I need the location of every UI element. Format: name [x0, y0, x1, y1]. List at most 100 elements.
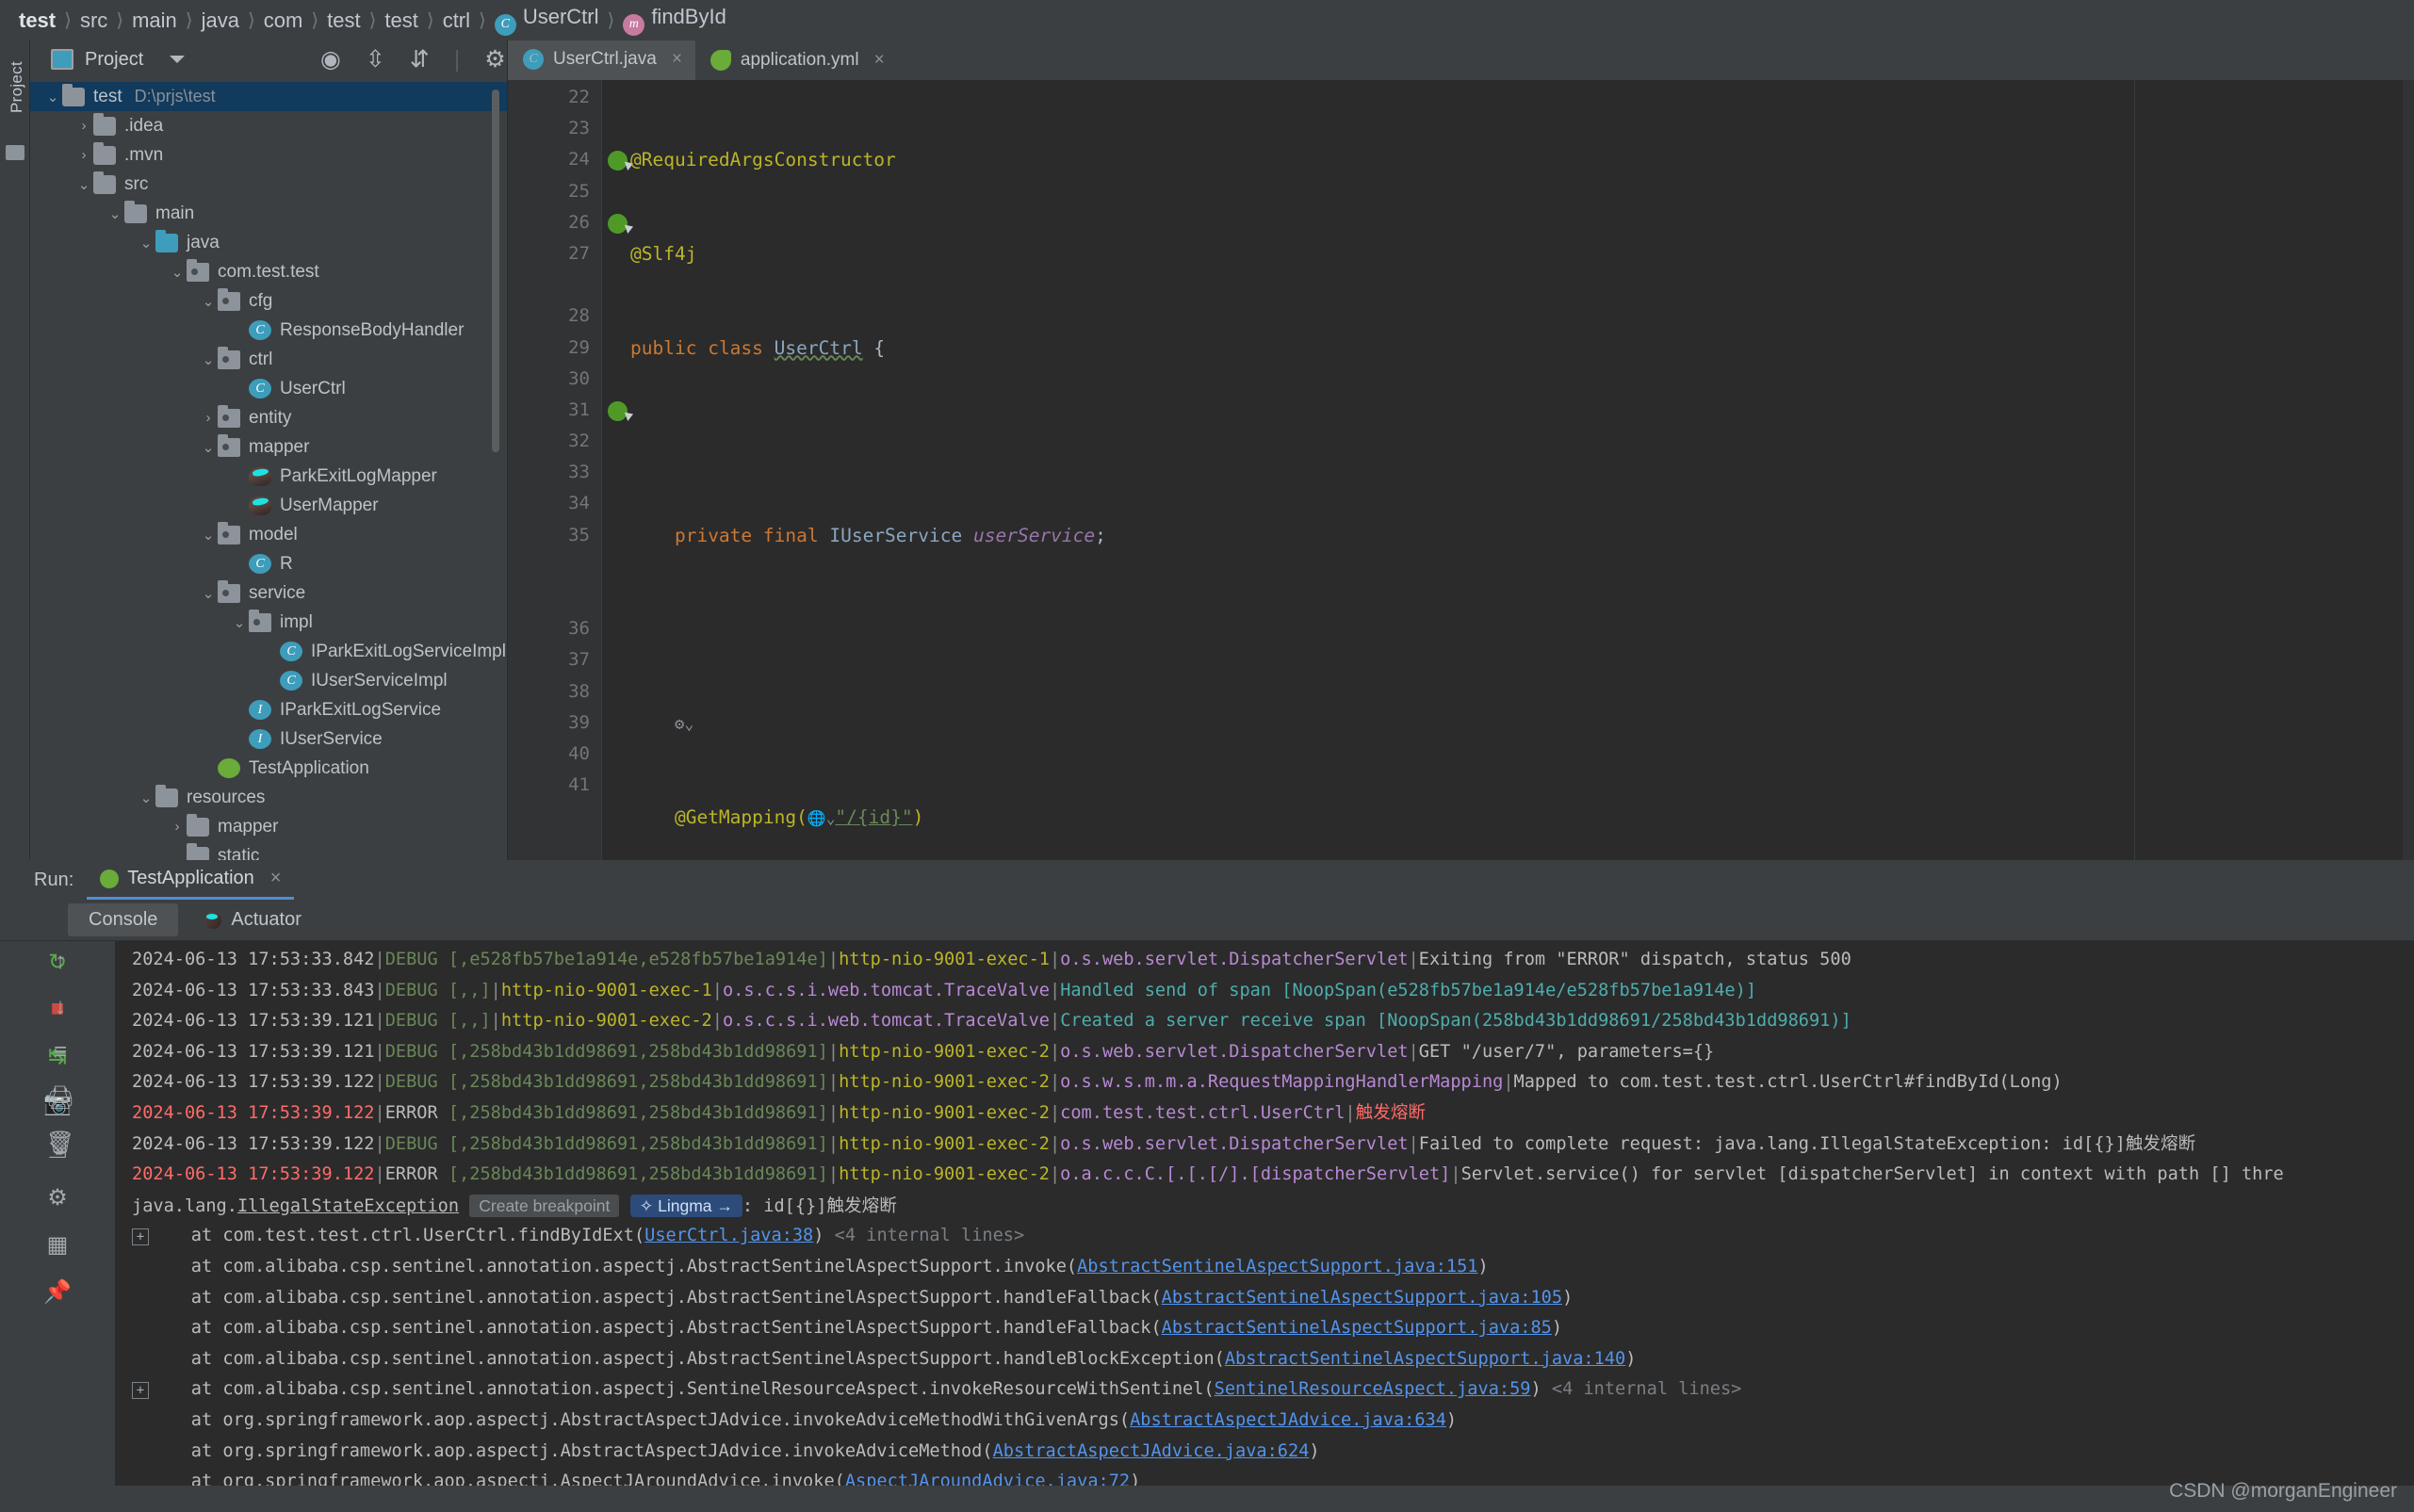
breadcrumb-item-main[interactable]: main: [128, 8, 181, 33]
tree-node-iparkexitlogservice[interactable]: •I IParkExitLogService: [30, 695, 507, 724]
console-output[interactable]: 2024-06-13 17:53:33.842|DEBUG [,e528fb57…: [115, 941, 2414, 1512]
tree-node-iuserserviceimpl[interactable]: •C IUserServiceImpl: [30, 666, 507, 695]
tree-node-model[interactable]: ⌄ model: [30, 520, 507, 549]
tree-node-src[interactable]: ⌄ src: [30, 170, 507, 199]
expand-frames-icon[interactable]: +: [132, 1382, 149, 1400]
chevron-right-icon[interactable]: ›: [199, 410, 218, 426]
log-logger: o.s.c.s.i.web.tomcat.TraceValve: [722, 1011, 1050, 1032]
stack-frame-link[interactable]: AbstractSentinelAspectSupport.java:105: [1162, 1288, 1562, 1308]
tree-node--idea[interactable]: › .idea: [30, 111, 507, 140]
breadcrumb-item-findbyid[interactable]: m findById: [619, 5, 730, 36]
print-icon[interactable]: 🖨: [45, 1082, 75, 1113]
tool-window-tab-project[interactable]: Project: [8, 61, 26, 122]
create-breakpoint-button[interactable]: Create breakpoint: [469, 1194, 620, 1217]
chevron-down-icon[interactable]: ⌄: [43, 89, 62, 106]
chevron-right-icon[interactable]: ›: [74, 118, 93, 134]
editor-tab-application-yml[interactable]: application.yml ×: [695, 41, 898, 80]
code-line-inlay-lingma[interactable]: ⚙⌄: [602, 707, 2414, 739]
stack-frame-link[interactable]: AbstractSentinelAspectSupport.java:140: [1225, 1349, 1625, 1369]
chevron-down-icon[interactable]: ⌄: [168, 264, 187, 281]
settings-icon[interactable]: ⚙: [42, 1182, 73, 1212]
breadcrumb-item-test[interactable]: test: [15, 8, 59, 33]
tree-node-impl[interactable]: ⌄ impl: [30, 608, 507, 637]
breadcrumb-item-ctrl[interactable]: ctrl: [439, 8, 474, 33]
breadcrumb-item-test3[interactable]: test: [381, 8, 421, 33]
expand-all-icon[interactable]: ⇳: [366, 45, 385, 73]
tree-node-java[interactable]: ⌄ java: [30, 228, 507, 257]
collapse-all-icon[interactable]: ⇵: [410, 45, 430, 73]
pin-icon[interactable]: 📌: [42, 1276, 73, 1307]
tree-node-com-test-test[interactable]: ⌄ com.test.test: [30, 257, 507, 286]
trash-icon[interactable]: 🗑: [45, 1128, 75, 1158]
close-icon[interactable]: ×: [270, 868, 282, 889]
lingma-inlay-icon[interactable]: ⚙⌄: [675, 715, 693, 734]
code-content[interactable]: @RequiredArgsConstructor @Slf4j public c…: [601, 80, 2414, 860]
project-tree-scrollbar[interactable]: [492, 89, 499, 452]
web-mapping-icon[interactable]: 🌐⌄: [807, 809, 836, 827]
breadcrumb-item-java[interactable]: java: [198, 8, 243, 33]
tree-node-iuserservice[interactable]: •I IUserService: [30, 724, 507, 754]
chevron-down-icon[interactable]: [170, 56, 186, 63]
breadcrumb-item-com[interactable]: com: [260, 8, 307, 33]
tree-node-responsebodyhandler[interactable]: •C ResponseBodyHandler: [30, 316, 507, 345]
exception-class[interactable]: IllegalStateException: [237, 1196, 459, 1216]
editor-tab-userctrl[interactable]: C UserCtrl.java ×: [508, 41, 695, 80]
stack-frame-link[interactable]: AbstractAspectJAdvice.java:634: [1130, 1410, 1446, 1430]
stack-frame-link[interactable]: SentinelResourceAspect.java:59: [1215, 1379, 1531, 1399]
close-icon[interactable]: ×: [672, 49, 682, 70]
chevron-right-icon[interactable]: ›: [168, 819, 187, 835]
scroll-up-icon[interactable]: ↑: [45, 947, 75, 977]
gear-icon[interactable]: ⚙: [484, 45, 505, 73]
stack-frame-link[interactable]: AbstractSentinelAspectSupport.java:85: [1162, 1318, 1552, 1338]
tree-node-usermapper[interactable]: • UserMapper: [30, 491, 507, 520]
tree-node-main[interactable]: ⌄ main: [30, 199, 507, 228]
chevron-down-icon[interactable]: ⌄: [199, 439, 218, 456]
tree-node-resources[interactable]: ⌄ resources: [30, 783, 507, 812]
chevron-down-icon[interactable]: ⌄: [230, 614, 249, 631]
chevron-down-icon[interactable]: ⌄: [199, 527, 218, 544]
lingma-button[interactable]: ✧ Lingma →: [629, 1194, 742, 1217]
stack-frame-link[interactable]: UserCtrl.java:38: [644, 1226, 813, 1245]
tree-node-parkexitlogmapper[interactable]: • ParkExitLogMapper: [30, 462, 507, 491]
tree-node--mvn[interactable]: › .mvn: [30, 140, 507, 170]
collapse-icon[interactable]: ≡: [45, 1037, 75, 1067]
breadcrumb-item-test2[interactable]: test: [323, 8, 364, 33]
chevron-down-icon[interactable]: ⌄: [199, 293, 218, 310]
folder-icon[interactable]: [6, 145, 24, 161]
log-logger: o.s.web.servlet.DispatcherServlet: [1060, 1133, 1409, 1154]
editor-gutter[interactable]: 22 23 24 25 26 27 28 29 30 31 32 33 34 3…: [508, 80, 630, 860]
chevron-down-icon[interactable]: ⌄: [106, 205, 124, 222]
run-config-tab[interactable]: TestApplication ×: [87, 860, 295, 900]
tree-node-userctrl[interactable]: •C UserCtrl: [30, 374, 507, 403]
tab-actuator[interactable]: Actuator: [184, 903, 321, 936]
chevron-down-icon[interactable]: ⌄: [199, 585, 218, 602]
tree-node-cfg[interactable]: ⌄ cfg: [30, 286, 507, 316]
chevron-down-icon[interactable]: ⌄: [199, 351, 218, 368]
tree-node-r[interactable]: •CR: [30, 549, 507, 578]
stack-frame-link[interactable]: AbstractSentinelAspectSupport.java:151: [1077, 1257, 1477, 1276]
tree-node-entity[interactable]: › entity: [30, 403, 507, 432]
tree-node-mapper[interactable]: › mapper: [30, 812, 507, 841]
tree-node-ctrl[interactable]: ⌄ ctrl: [30, 345, 507, 374]
chevron-down-icon[interactable]: ⌄: [137, 789, 155, 806]
close-icon[interactable]: ×: [874, 50, 885, 71]
chevron-down-icon[interactable]: ⌄: [137, 235, 155, 252]
breadcrumb-item-src[interactable]: src: [76, 8, 111, 33]
expand-frames-icon[interactable]: +: [132, 1228, 149, 1246]
tree-node-service[interactable]: ⌄ service: [30, 578, 507, 608]
chevron-down-icon[interactable]: ⌄: [74, 176, 93, 193]
locate-icon[interactable]: ◉: [320, 45, 341, 73]
tab-console[interactable]: Console: [68, 903, 179, 936]
project-tree[interactable]: ⌄ test D:\prjs\test › .idea › .mvn ⌄ src ⌄ main ⌄ ja…: [30, 78, 507, 900]
breadcrumb-item-userctrl[interactable]: C UserCtrl: [491, 5, 603, 36]
tree-node-testapplication[interactable]: • TestApplication: [30, 754, 507, 783]
chart-icon[interactable]: ▦: [42, 1229, 73, 1260]
stack-frame-link[interactable]: AbstractAspectJAdvice.java:624: [993, 1441, 1310, 1461]
tree-node-iparkexitlogserviceimpl[interactable]: •C IParkExitLogServiceImpl: [30, 637, 507, 666]
chevron-right-icon[interactable]: ›: [74, 147, 93, 163]
code-editor[interactable]: 22 23 24 25 26 27 28 29 30 31 32 33 34 3…: [508, 80, 2414, 860]
scroll-down-icon[interactable]: ↓: [45, 992, 75, 1022]
tree-node-test[interactable]: ⌄ test D:\prjs\test: [30, 82, 507, 111]
editor-scrollbar[interactable]: [2403, 80, 2414, 860]
tree-node-mapper[interactable]: ⌄ mapper: [30, 432, 507, 462]
